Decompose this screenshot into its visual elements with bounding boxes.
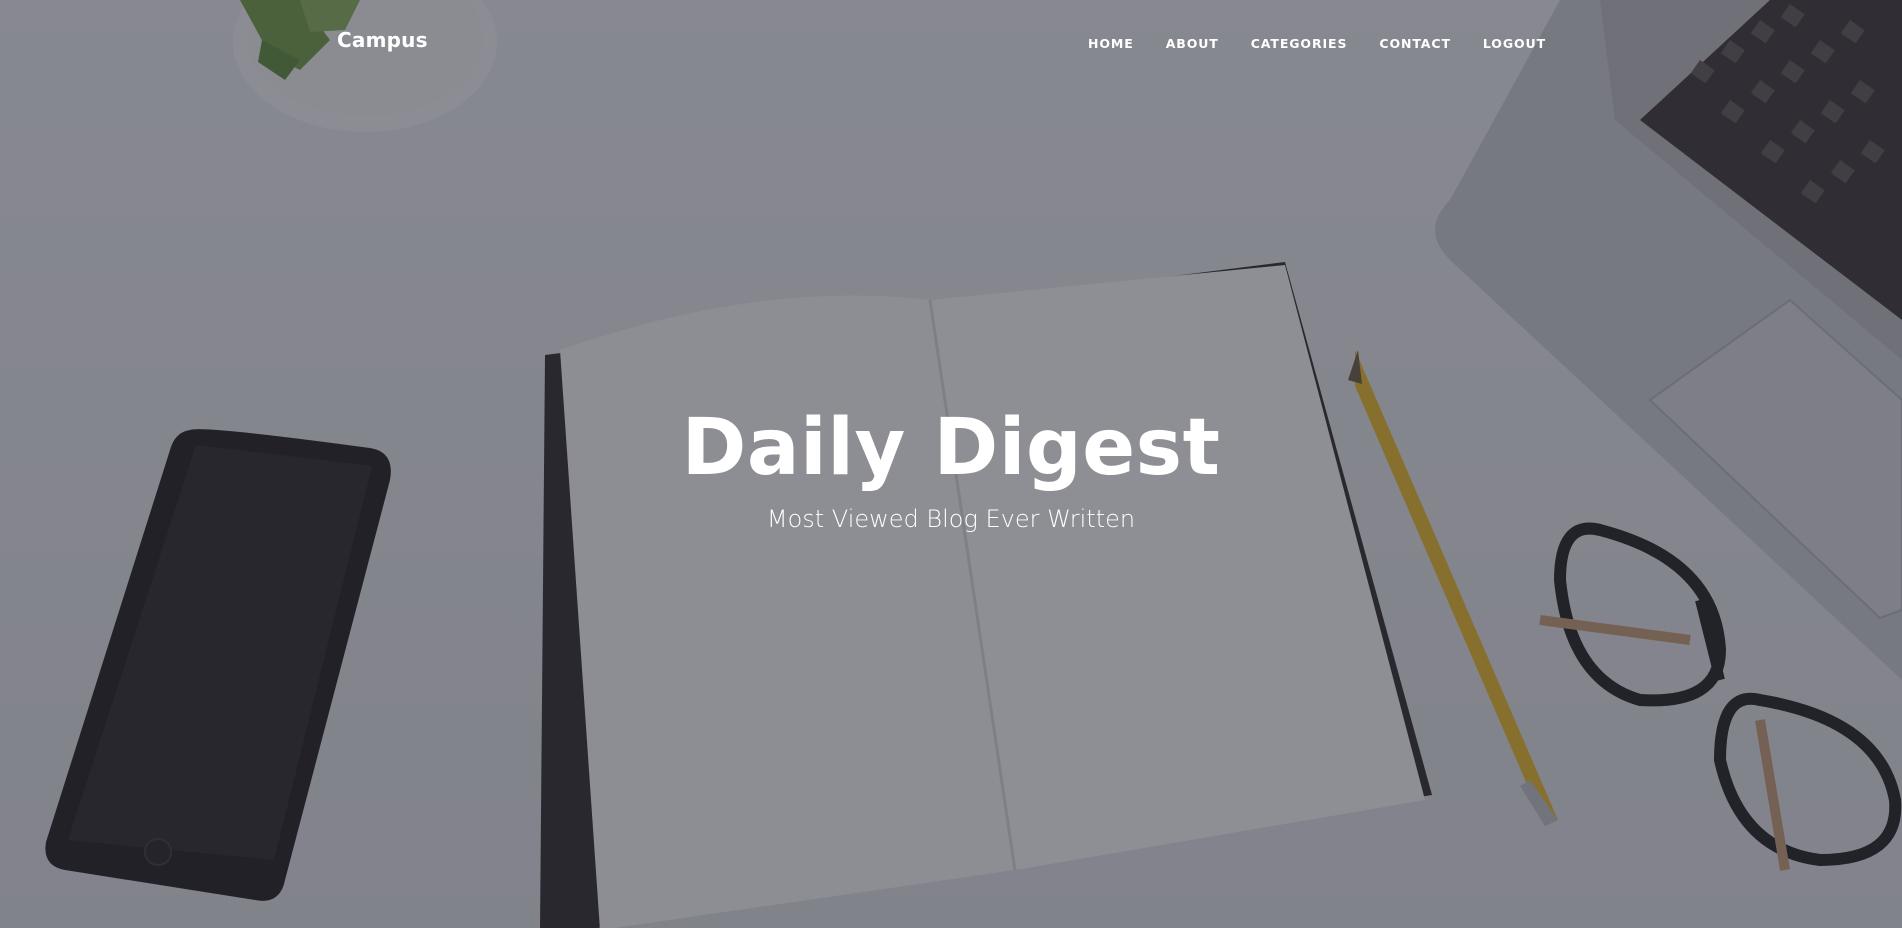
nav-link-about[interactable]: ABOUT <box>1166 36 1219 51</box>
hero-header: Campus HOME ABOUT CATEGORIES CONTACT LOG… <box>0 0 1902 928</box>
nav-item-logout: LOGOUT <box>1483 33 1546 52</box>
page-subtitle: Most Viewed Blog Ever Written <box>766 505 1136 533</box>
site-heading: Daily Digest Most Viewed Blog Ever Writt… <box>0 402 1902 534</box>
nav-link-contact[interactable]: CONTACT <box>1379 36 1451 51</box>
nav-link-logout[interactable]: LOGOUT <box>1483 36 1546 51</box>
nav-item-home: HOME <box>1088 33 1134 52</box>
nav-item-contact: CONTACT <box>1379 33 1451 52</box>
page-title: Daily Digest <box>681 403 1221 493</box>
nav-item-categories: CATEGORIES <box>1251 33 1348 52</box>
nav-item-about: ABOUT <box>1166 33 1219 52</box>
brand-logo-link[interactable]: Campus <box>337 28 428 52</box>
nav-link-home[interactable]: HOME <box>1088 36 1134 51</box>
nav-links: HOME ABOUT CATEGORIES CONTACT LOGOUT <box>1056 33 1546 52</box>
nav-link-categories[interactable]: CATEGORIES <box>1251 36 1348 51</box>
main-navbar: Campus HOME ABOUT CATEGORIES CONTACT LOG… <box>0 0 1902 84</box>
